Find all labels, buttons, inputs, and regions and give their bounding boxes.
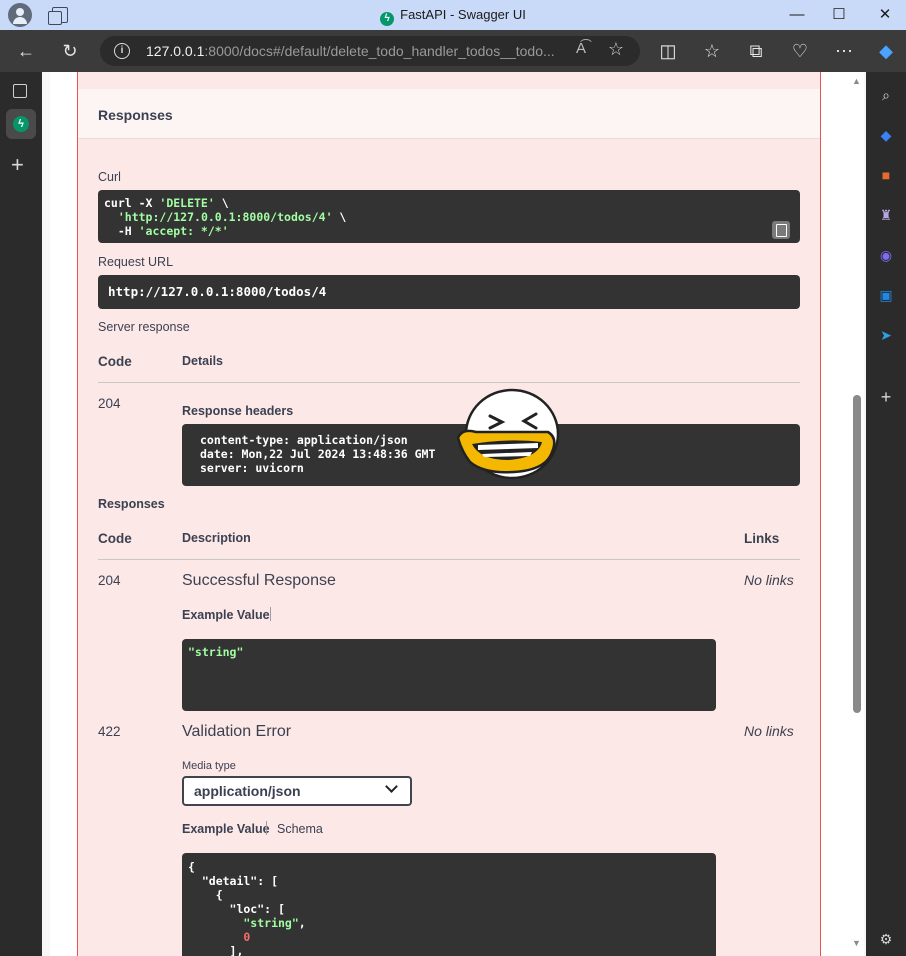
page-viewport: Responses Curl curl -X 'DELETE' \ 'http:… [50,72,850,956]
request-url-label: Request URL [98,255,174,269]
microsoft-365-icon[interactable]: ◉ [877,246,895,264]
response-code-422: 422 [98,724,121,739]
vertical-tabs-sidebar: ϟ + [0,72,42,956]
favorites-icon[interactable]: ☆ [700,39,724,63]
request-url-box[interactable]: http://127.0.0.1:8000/todos/4 [98,275,800,309]
search-icon[interactable]: ⌕ [877,86,895,104]
example-value-box-422[interactable]: { "detail": [ { "loc": [ "string", 0 ], [182,853,716,956]
chevron-down-icon [385,780,398,793]
response-headers-label: Response headers [182,404,294,418]
responses-label: Responses [98,497,165,511]
read-aloud-icon[interactable]: A͡ [576,40,586,57]
page-scrollbar[interactable]: ▲ ▼ [850,72,864,956]
tools-icon[interactable]: ■ [877,166,895,184]
request-url-value: http://127.0.0.1:8000/todos/4 [108,284,327,299]
new-tab-icon[interactable]: + [11,152,24,178]
response-links-204: No links [744,572,794,588]
example-value-box-204[interactable]: "string" [182,639,716,711]
refresh-icon[interactable]: ↻ [58,39,82,63]
server-col-details: Details [182,354,223,368]
operation-block: Responses Curl curl -X 'DELETE' \ 'http:… [77,72,821,956]
site-info-icon[interactable]: i [114,43,130,59]
split-screen-icon[interactable]: ◫ [656,39,680,63]
responses-header-title: Responses [98,107,173,123]
address-bar[interactable]: i 127.0.0.1:8000/docs#/default/delete_to… [100,36,640,66]
example-value-tab[interactable]: Example Value [182,608,270,622]
header-line: server: uvicorn [200,461,304,475]
window-title-text: FastAPI - Swagger UI [400,7,526,22]
scroll-up-icon[interactable]: ▲ [852,76,861,86]
settings-gear-icon[interactable]: ⚙ [877,930,895,948]
media-type-label: Media type [182,760,236,772]
fastapi-tab-icon: ϟ [13,116,29,132]
media-type-select[interactable]: application/json [182,776,412,806]
response-code-204: 204 [98,573,121,588]
responses-col-code: Code [98,531,132,546]
responses-section-header: Responses [78,89,820,139]
shopping-icon[interactable]: ◆ [877,126,895,144]
curl-label: Curl [98,170,121,184]
favorite-star-icon[interactable]: ☆ [608,39,624,60]
responses-table-divider [98,559,800,560]
more-options-icon[interactable]: ⋯ [832,39,856,63]
minimize-button[interactable]: — [782,4,812,26]
copy-to-clipboard-icon[interactable] [772,221,790,239]
browser-essentials-icon[interactable]: ♡ [788,39,812,63]
header-line: content-type: application/json [200,433,408,447]
edge-sidebar: ⌕ ◆ ■ ♜ ◉ ▣ ➤ + ⚙ [866,72,906,956]
tab-actions-menu-icon[interactable] [13,84,27,98]
drop-icon[interactable]: ➤ [877,326,895,344]
address-url[interactable]: 127.0.0.1:8000/docs#/default/delete_todo… [146,43,555,59]
laughing-duck-sticker [456,388,560,480]
server-response-label: Server response [98,320,190,334]
media-type-value: application/json [194,783,301,799]
window-title: ϟ FastAPI - Swagger UI [0,7,906,26]
title-bar: ϟ FastAPI - Swagger UI — ☐ ✕ [0,0,906,30]
example-value-text: "string" [188,645,244,659]
outlook-icon[interactable]: ▣ [877,286,895,304]
active-tab[interactable]: ϟ [6,109,36,139]
responses-col-description: Description [182,531,251,545]
responses-col-links: Links [744,531,780,546]
navigation-bar: ← ↻ i 127.0.0.1:8000/docs#/default/delet… [0,30,906,72]
maximize-button[interactable]: ☐ [824,4,854,26]
response-links-422: No links [744,723,794,739]
server-col-code: Code [98,354,132,369]
add-sidebar-app-icon[interactable]: + [877,388,895,406]
scroll-down-icon[interactable]: ▼ [852,938,861,948]
header-line: date: Mon,22 Jul 2024 13:48:36 GMT [200,447,436,461]
back-icon[interactable]: ← [14,39,38,63]
close-button[interactable]: ✕ [870,4,900,26]
response-description-204: Successful Response [182,572,336,589]
tab-separator [266,821,267,835]
collections-icon[interactable]: ⧉ [744,39,768,63]
scrollbar-thumb[interactable] [853,395,861,713]
server-response-code: 204 [98,396,121,411]
curl-command-box[interactable]: curl -X 'DELETE' \ 'http://127.0.0.1:800… [98,190,800,243]
games-icon[interactable]: ♜ [877,206,895,224]
tab-separator [270,607,271,621]
example-value-tab-422[interactable]: Example Value [182,822,270,836]
response-description-422: Validation Error [182,723,292,740]
schema-tab[interactable]: Schema [277,822,323,836]
fastapi-favicon-icon: ϟ [380,12,395,26]
server-table-divider [98,382,800,383]
copilot-icon[interactable]: ◆ [874,39,898,63]
